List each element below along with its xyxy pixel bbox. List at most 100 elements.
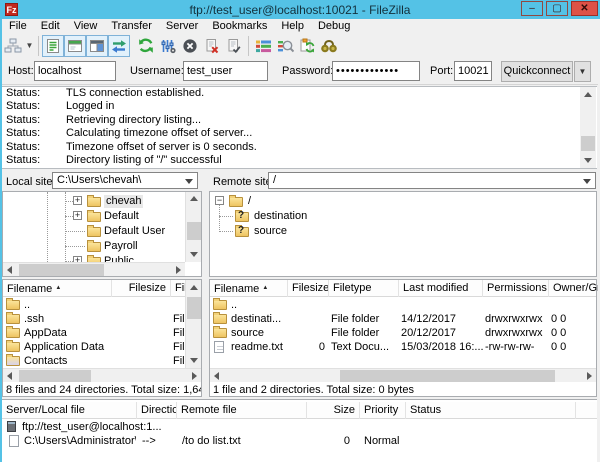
- cancel-icon: [183, 38, 197, 53]
- file-row-appdata[interactable]: AppData Fil: [3, 326, 185, 340]
- queue-file-row[interactable]: C:\Users\Administrator\De... --> /to do …: [2, 434, 597, 448]
- tree-item-default-user[interactable]: Default User: [3, 224, 185, 239]
- column-last-modified[interactable]: Last modified: [399, 280, 483, 297]
- file-row-application-data[interactable]: Application Data Fil: [3, 340, 185, 354]
- scrollbar-thumb[interactable]: [187, 222, 201, 240]
- column-filename[interactable]: Filename ▲: [210, 280, 288, 297]
- remote-list-hscrollbar[interactable]: [210, 368, 596, 382]
- folder-icon: [213, 312, 227, 324]
- column-filename[interactable]: Filename ▲: [3, 280, 112, 297]
- transfer-queue-icon: [112, 39, 126, 53]
- maximize-button[interactable]: ▢: [546, 1, 568, 16]
- local-list-hscrollbar[interactable]: [3, 368, 201, 382]
- quickconnect-dropdown[interactable]: ▼: [574, 61, 591, 82]
- process-queue-button[interactable]: [157, 35, 179, 57]
- file-row-ssh[interactable]: .ssh Fil: [3, 312, 185, 326]
- menu-debug[interactable]: Debug: [311, 19, 357, 33]
- column-direction[interactable]: Direction: [137, 402, 177, 419]
- column-filetype[interactable]: Filetype: [329, 280, 399, 297]
- column-remote-file[interactable]: Remote file: [177, 402, 307, 419]
- password-input[interactable]: •••••••••••••: [332, 61, 420, 81]
- message-log-icon: [47, 38, 59, 53]
- tree-item-root[interactable]: − /: [210, 194, 596, 209]
- scrollbar-thumb[interactable]: [19, 264, 104, 276]
- scrollbar-thumb[interactable]: [187, 297, 201, 319]
- file-row-updir[interactable]: ..: [3, 298, 185, 312]
- log-scrollbar-thumb[interactable]: [581, 136, 595, 151]
- column-size[interactable]: Size: [307, 402, 360, 419]
- host-input[interactable]: localhost: [34, 61, 116, 81]
- local-tree-pane: + chevah + Default Default User Payroll …: [2, 191, 202, 277]
- expand-icon[interactable]: +: [73, 211, 82, 220]
- scrollbar-thumb[interactable]: [19, 370, 91, 382]
- host-label: Host:: [8, 65, 34, 77]
- collapse-icon[interactable]: −: [215, 196, 224, 205]
- find-files-button[interactable]: [318, 35, 340, 57]
- toggle-local-tree-button[interactable]: [64, 34, 86, 57]
- minimize-button[interactable]: –: [521, 1, 543, 16]
- toggle-transfer-queue-button[interactable]: [108, 34, 130, 57]
- tree-item-payroll[interactable]: Payroll: [3, 239, 185, 254]
- local-site-combo[interactable]: C:\Users\chevah\: [52, 172, 198, 189]
- file-row-updir[interactable]: ..: [210, 298, 596, 312]
- folder-icon: [213, 298, 227, 310]
- close-button[interactable]: ✕: [571, 1, 598, 16]
- toggle-message-log-button[interactable]: [42, 34, 64, 57]
- tree-item-default[interactable]: + Default: [3, 209, 185, 224]
- folder-icon: [6, 340, 20, 352]
- menu-view[interactable]: View: [67, 19, 105, 33]
- local-tree-vscrollbar[interactable]: [185, 192, 201, 262]
- column-permissions[interactable]: Permissions: [483, 280, 549, 297]
- quickconnect-button[interactable]: Quickconnect: [501, 61, 573, 82]
- tree-item-public[interactable]: + Public: [3, 254, 185, 262]
- synchronized-browsing-button[interactable]: [296, 35, 318, 57]
- local-list-vscrollbar[interactable]: [185, 280, 201, 368]
- disconnect-button[interactable]: [201, 35, 223, 57]
- folder-icon: [6, 312, 20, 324]
- log-entry: Status: TLS connection established.: [6, 87, 205, 99]
- reconnect-button[interactable]: [223, 35, 245, 57]
- directory-comparison-button[interactable]: [274, 35, 296, 57]
- folder-icon: [6, 326, 20, 338]
- directory-filters-button[interactable]: [252, 35, 274, 57]
- toggle-remote-tree-button[interactable]: [86, 34, 108, 57]
- contacts-folder-icon: [6, 354, 20, 366]
- refresh-button[interactable]: [135, 35, 157, 57]
- text-file-icon: [214, 341, 224, 353]
- queue-server-row[interactable]: ftp://test_user@localhost:1...: [2, 420, 597, 434]
- username-input[interactable]: test_user: [183, 61, 268, 81]
- local-file-list-pane: Filename ▲ Filesize Fil .. .ssh Fil AppD…: [2, 279, 202, 397]
- port-input[interactable]: 10021: [454, 61, 492, 81]
- menu-server[interactable]: Server: [159, 19, 205, 33]
- tree-item-destination[interactable]: ? destination: [210, 209, 596, 224]
- site-manager-button[interactable]: [2, 35, 24, 57]
- tree-item-source[interactable]: ? source: [210, 224, 596, 239]
- column-owner-group[interactable]: Owner/Gro: [549, 280, 598, 297]
- file-row-source[interactable]: source File folder 20/12/2017 drwxrwxrwx…: [210, 326, 596, 340]
- expand-icon[interactable]: +: [73, 196, 82, 205]
- remote-site-combo[interactable]: /: [268, 172, 596, 189]
- local-tree-hscrollbar[interactable]: [3, 262, 185, 276]
- column-server-local-file[interactable]: Server/Local file: [2, 402, 137, 419]
- menu-help[interactable]: Help: [274, 19, 311, 33]
- title-bar: Fz ftp://test_user@localhost:10021 - Fil…: [0, 0, 600, 19]
- menu-bookmarks[interactable]: Bookmarks: [205, 19, 274, 33]
- menu-edit[interactable]: Edit: [34, 19, 67, 33]
- file-row-readme[interactable]: readme.txt 0 Text Docu... 15/03/2018 16:…: [210, 340, 596, 354]
- vertical-splitter[interactable]: [202, 172, 209, 397]
- column-filesize[interactable]: Filesize: [288, 280, 329, 297]
- server-icon: [7, 421, 16, 432]
- file-row-destination[interactable]: destinati... File folder 14/12/2017 drwx…: [210, 312, 596, 326]
- menu-file[interactable]: File: [2, 19, 34, 33]
- column-priority[interactable]: Priority: [360, 402, 406, 419]
- file-row-contacts[interactable]: Contacts Fil: [3, 354, 185, 368]
- scrollbar-thumb[interactable]: [340, 370, 555, 382]
- menu-transfer[interactable]: Transfer: [104, 19, 159, 33]
- column-status[interactable]: Status: [406, 402, 576, 419]
- column-filesize[interactable]: Filesize: [112, 280, 171, 297]
- site-manager-dropdown[interactable]: ▼: [24, 35, 35, 57]
- cancel-button[interactable]: [179, 35, 201, 57]
- tree-item-chevah[interactable]: + chevah: [3, 194, 185, 209]
- folder-icon: [229, 195, 243, 207]
- log-scrollbar[interactable]: [580, 87, 596, 168]
